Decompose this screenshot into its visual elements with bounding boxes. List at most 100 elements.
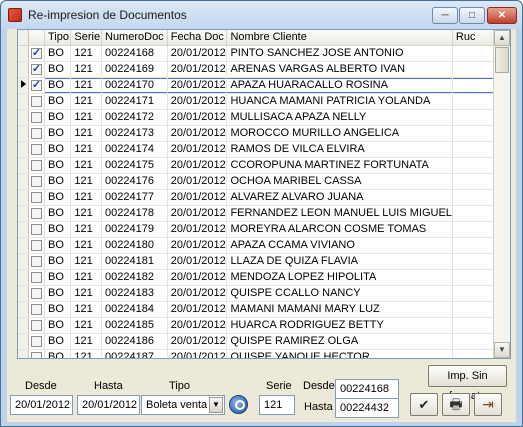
row-checkbox[interactable] (30, 111, 42, 123)
cell-numerodoc[interactable]: 00224174 (101, 141, 168, 158)
close-button[interactable]: ✕ (487, 7, 517, 24)
cell-fechadoc[interactable]: 20/01/2012 (167, 61, 228, 78)
cell-nombre-cliente[interactable]: ALVAREZ ALVARO JUANA (226, 189, 453, 206)
cell-fechadoc[interactable]: 20/01/2012 (167, 349, 228, 358)
cell-numerodoc[interactable]: 00224175 (101, 157, 168, 174)
numero-desde-input[interactable]: 00224168 (335, 379, 399, 399)
cell-nombre-cliente[interactable]: MENDOZA LOPEZ HIPOLITA (226, 269, 453, 286)
table-row[interactable]: BO 121 00224187 20/01/2012 QUISPE YANQUE HEC… (18, 349, 510, 358)
check-column-header[interactable] (28, 30, 45, 46)
cell-tipo[interactable]: BO (44, 237, 72, 254)
serie-input[interactable]: 121 (259, 395, 295, 415)
table-row[interactable]: BO 121 00224183 20/01/2012 QUISPE CCALLO NAN… (18, 285, 510, 302)
hasta-date-input[interactable]: 20/01/2012 (77, 395, 140, 415)
exit-button[interactable]: ⇥ (474, 393, 502, 416)
search-icon[interactable] (229, 395, 248, 414)
cell-serie[interactable]: 121 (70, 109, 102, 126)
cell-nombre-cliente[interactable]: OCHOA MARIBEL CASSA (226, 173, 453, 190)
cell-tipo[interactable]: BO (44, 173, 72, 190)
cell-serie[interactable]: 121 (70, 205, 102, 222)
table-row[interactable]: BO 121 00224182 20/01/2012 MENDOZA LOPEZ HIP… (18, 269, 510, 286)
cell-serie[interactable]: 121 (70, 253, 102, 270)
row-checkbox[interactable] (30, 127, 42, 139)
cell-numerodoc[interactable]: 00224180 (101, 237, 168, 254)
cell-numerodoc[interactable]: 00224183 (101, 285, 168, 302)
table-row[interactable]: BO 121 00224175 20/01/2012 CCOROPUNA MARTINE… (18, 157, 510, 174)
cell-numerodoc[interactable]: 00224182 (101, 269, 168, 286)
cell-serie[interactable]: 121 (70, 237, 102, 254)
print-button[interactable]: 🖶 (442, 393, 470, 416)
row-checkbox[interactable] (30, 239, 42, 251)
cell-numerodoc[interactable]: 00224169 (101, 61, 168, 78)
table-row[interactable]: BO 121 00224178 20/01/2012 FERNANDEZ LEON MA… (18, 205, 510, 222)
cell-nombre-cliente[interactable]: MULLISACA APAZA NELLY (226, 109, 453, 126)
cell-numerodoc[interactable]: 00224177 (101, 189, 168, 206)
cell-fechadoc[interactable]: 20/01/2012 (167, 301, 228, 318)
chevron-down-icon[interactable]: ▼ (209, 397, 223, 413)
row-checkbox[interactable] (30, 255, 42, 267)
cell-serie[interactable]: 121 (70, 93, 102, 110)
cell-nombre-cliente[interactable]: APAZA HUARACALLO ROSINA (226, 77, 453, 94)
table-row[interactable]: BO 121 00224180 20/01/2012 APAZA CCAMA VIVIA… (18, 237, 510, 254)
maximize-button[interactable]: □ (459, 7, 485, 24)
cell-numerodoc[interactable]: 00224172 (101, 109, 168, 126)
cell-fechadoc[interactable]: 20/01/2012 (167, 221, 228, 238)
cell-nombre-cliente[interactable]: ARENAS VARGAS ALBERTO IVAN (226, 61, 453, 78)
cell-serie[interactable]: 121 (70, 45, 102, 62)
cell-serie[interactable]: 121 (70, 333, 102, 350)
cell-serie[interactable]: 121 (70, 125, 102, 142)
cell-fechadoc[interactable]: 20/01/2012 (167, 109, 228, 126)
row-checkbox[interactable] (30, 78, 42, 91)
cell-tipo[interactable]: BO (44, 125, 72, 142)
table-row[interactable]: BO 121 00224173 20/01/2012 MOROCCO MURILLO A… (18, 125, 510, 142)
cell-numerodoc[interactable]: 00224170 (101, 77, 168, 94)
vertical-scrollbar[interactable]: ▲ ▼ (493, 30, 510, 358)
cell-nombre-cliente[interactable]: RAMOS DE VILCA ELVIRA (226, 141, 453, 158)
row-checkbox[interactable] (30, 271, 42, 283)
cell-fechadoc[interactable]: 20/01/2012 (167, 157, 228, 174)
row-checkbox[interactable] (30, 303, 42, 315)
cell-fechadoc[interactable]: 20/01/2012 (167, 45, 228, 62)
cell-nombre-cliente[interactable]: MOREYRA ALARCON COSME TOMAS (226, 221, 453, 238)
row-checkbox[interactable] (30, 351, 42, 358)
cell-serie[interactable]: 121 (70, 173, 102, 190)
cell-numerodoc[interactable]: 00224176 (101, 173, 168, 190)
cell-tipo[interactable]: BO (44, 77, 72, 94)
cell-numerodoc[interactable]: 00224181 (101, 253, 168, 270)
scroll-down-arrow-icon[interactable]: ▼ (494, 342, 510, 358)
cell-fechadoc[interactable]: 20/01/2012 (167, 253, 228, 270)
cell-numerodoc[interactable]: 00224184 (101, 301, 168, 318)
row-checkbox[interactable] (30, 191, 42, 203)
row-checkbox[interactable] (30, 159, 42, 171)
cell-tipo[interactable]: BO (44, 285, 72, 302)
row-checkbox[interactable] (30, 46, 42, 59)
table-row[interactable]: BO 121 00224184 20/01/2012 MAMANI MAMANI MAR… (18, 301, 510, 318)
cell-serie[interactable]: 121 (70, 61, 102, 78)
cell-tipo[interactable]: BO (44, 93, 72, 110)
cell-tipo[interactable]: BO (44, 349, 72, 358)
cell-tipo[interactable]: BO (44, 141, 72, 158)
cell-nombre-cliente[interactable]: LLAZA DE QUIZA FLAVIA (226, 253, 453, 270)
column-header-fechadoc[interactable]: Fecha Doc (167, 30, 228, 46)
cell-nombre-cliente[interactable]: QUISPE RAMIREZ OLGA (226, 333, 453, 350)
cell-tipo[interactable]: BO (44, 157, 72, 174)
table-row[interactable]: BO1210022416920/01/2012ARENAS VARGAS ALB… (18, 61, 510, 78)
cell-serie[interactable]: 121 (70, 157, 102, 174)
cell-numerodoc[interactable]: 00224187 (101, 349, 168, 358)
cell-nombre-cliente[interactable]: QUISPE CCALLO NANCY (226, 285, 453, 302)
row-checkbox[interactable] (30, 287, 42, 299)
table-row[interactable]: BO1210022417020/01/2012APAZA HUARACALLO … (18, 77, 510, 94)
table-row[interactable]: BO 121 00224181 20/01/2012 LLAZA DE QUIZA FL… (18, 253, 510, 270)
cell-fechadoc[interactable]: 20/01/2012 (167, 285, 228, 302)
cell-numerodoc[interactable]: 00224186 (101, 333, 168, 350)
cell-serie[interactable]: 121 (70, 189, 102, 206)
documents-grid[interactable]: Tipo Serie NumeroDoc Fecha Doc Nombre Cl… (17, 29, 511, 359)
cell-tipo[interactable]: BO (44, 253, 72, 270)
table-row[interactable]: BO 121 00224179 20/01/2012 MOREYRA ALARCON C… (18, 221, 510, 238)
tipo-select[interactable]: Boleta venta ▼ (141, 395, 225, 415)
cell-tipo[interactable]: BO (44, 109, 72, 126)
desde-date-input[interactable]: 20/01/2012 (10, 395, 73, 415)
row-checkbox[interactable] (30, 95, 42, 107)
cell-nombre-cliente[interactable]: APAZA CCAMA VIVIANO (226, 237, 453, 254)
cell-nombre-cliente[interactable]: HUARCA RODRIGUEZ BETTY (226, 317, 453, 334)
